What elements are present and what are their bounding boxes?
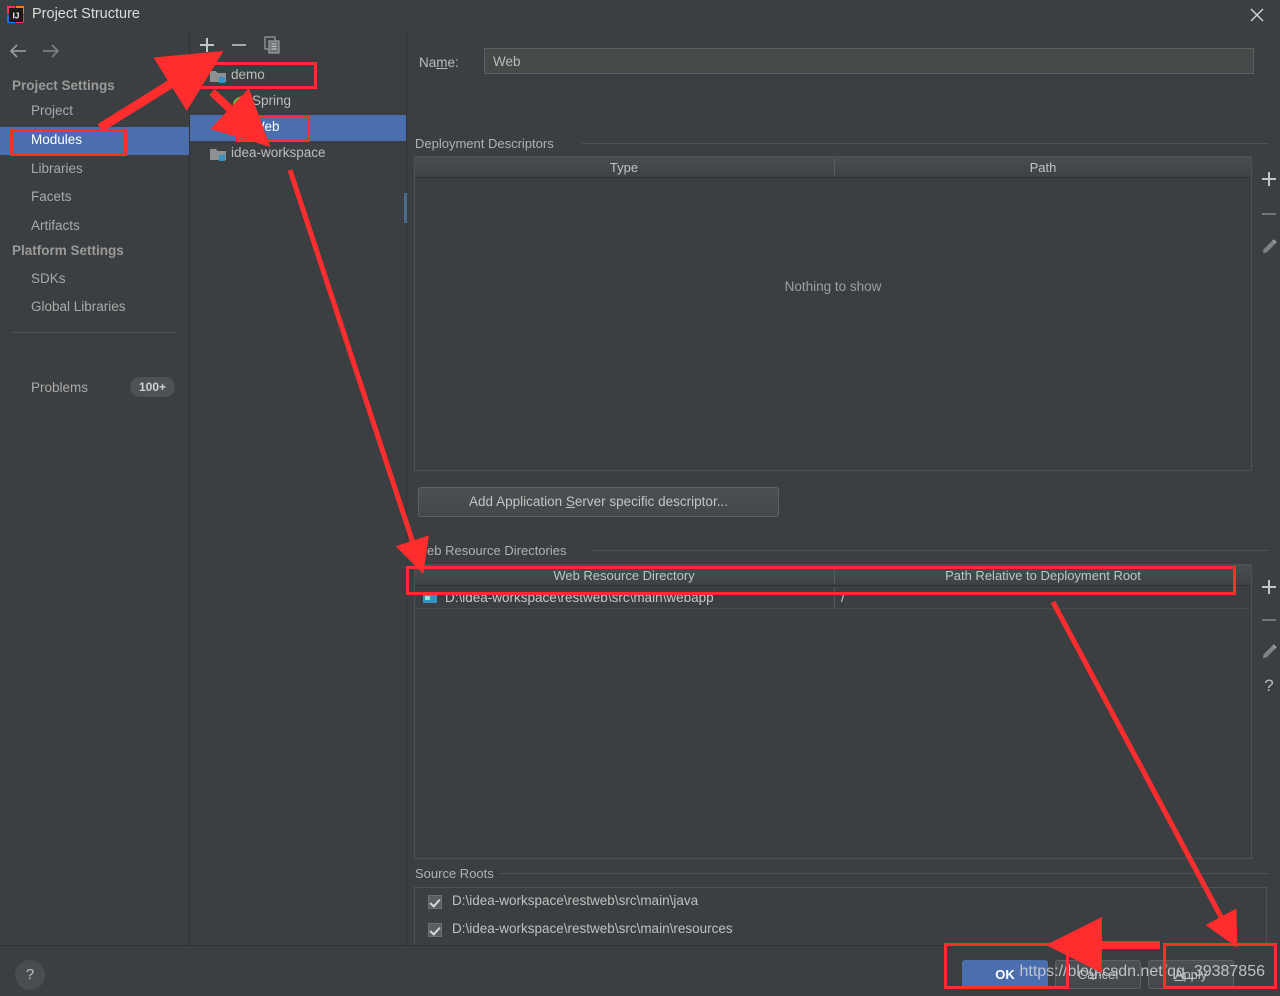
help-glyph: ? [25,966,35,983]
cell-relative-path: / [841,590,845,605]
table-header: Type Path [415,157,1251,178]
sidebar-item-label: Modules [31,132,83,147]
ok-button[interactable]: OK [962,960,1048,989]
wrd-remove-button[interactable] [1254,605,1280,635]
spring-leaf-icon [231,95,247,112]
source-root-label: D:\idea-workspace\restweb\src\main\java [452,893,699,908]
tree-node-label: Web [252,119,280,134]
module-folder-icon [210,147,226,164]
section-divider [582,143,1268,144]
deployment-descriptors-section-title: Deployment Descriptors [415,136,561,151]
svg-text:IJ: IJ [13,12,20,21]
source-roots-section-title: Source Roots [415,866,501,881]
sidebar-item-label: Libraries [31,161,83,176]
plus-icon[interactable] [195,33,219,57]
tree-node-web[interactable]: Web [190,115,406,141]
source-root-item-java[interactable]: D:\idea-workspace\restweb\src\main\java [415,889,1266,917]
sidebar-item-artifacts[interactable]: Artifacts [0,213,189,241]
checkbox-checked-icon[interactable] [428,895,442,909]
problems-count-badge: 100+ [130,377,176,397]
window-titlebar: IJ Project Structure [0,0,1280,30]
dd-edit-button[interactable] [1254,232,1280,262]
modules-tree-toolbar [190,29,406,59]
settings-sidebar: Project Settings Project Modules Librari… [0,29,190,945]
source-root-item-resources[interactable]: D:\idea-workspace\restweb\src\main\resou… [415,917,1266,945]
arrow-left-icon[interactable] [8,41,32,63]
sidebar-item-modules[interactable]: Modules [0,127,189,155]
column-header-type[interactable]: Type [415,160,833,175]
svg-text:?: ? [1264,676,1273,695]
tree-node-label: idea-workspace [231,145,326,160]
tree-node-spring[interactable]: Spring [190,89,406,115]
sidebar-item-libraries[interactable]: Libraries [0,156,189,184]
sidebar-item-global-libraries[interactable]: Global Libraries [0,294,189,322]
row-column-divider [834,587,835,609]
sidebar-item-label: SDKs [31,271,66,286]
web-resource-directories-table[interactable]: Web Resource Directory Path Relative to … [414,564,1252,859]
folder-icon [423,591,437,604]
column-header-path[interactable]: Path [835,160,1251,175]
deployment-descriptors-table[interactable]: Type Path Nothing to show [414,156,1252,471]
source-root-label: D:\idea-workspace\restweb\src\main\resou… [452,921,733,936]
sidebar-item-label: Facets [31,189,72,204]
minus-icon[interactable] [227,33,251,57]
module-name-input[interactable] [484,48,1254,74]
add-application-server-descriptor-button[interactable]: Add Application Server specific descript… [418,487,779,517]
sidebar-item-sdks[interactable]: SDKs [0,266,189,294]
window-title: Project Structure [32,6,140,22]
cell-web-resource-directory: D:\idea-workspace\restweb\src\main\webap… [445,590,714,605]
sidebar-item-label: Global Libraries [31,299,126,314]
module-folder-icon [210,69,226,86]
navigation-arrows [0,37,189,69]
table-header: Web Resource Directory Path Relative to … [415,565,1251,586]
dd-add-button[interactable] [1254,164,1280,194]
modules-tree-panel: demo Spring Web idea-workspace [190,29,407,945]
table-row[interactable]: D:\idea-workspace\restweb\src\main\webap… [415,587,1251,609]
sidebar-divider [12,332,177,333]
sidebar-item-facets[interactable]: Facets [0,184,189,212]
apply-button[interactable]: Apply [1148,960,1234,989]
wrd-edit-button[interactable] [1254,637,1280,667]
wrd-add-button[interactable] [1254,572,1280,602]
sidebar-item-label: Project [31,103,74,118]
close-icon[interactable] [1234,0,1280,29]
sidebar-item-label: Artifacts [31,218,80,233]
arrow-right-icon[interactable] [40,41,64,63]
copy-icon[interactable] [260,33,284,57]
chevron-down-icon[interactable] [194,70,206,85]
sidebar-item-project[interactable]: Project [0,98,189,126]
module-settings-panel: Name: Deployment Descriptors Type Path N… [407,29,1280,957]
name-label: Name: [419,55,459,70]
sidebar-group-project-settings: Project Settings [12,78,115,93]
sidebar-group-platform-settings: Platform Settings [12,243,124,258]
tree-node-idea-workspace[interactable]: idea-workspace [190,141,406,167]
section-divider [500,873,1268,874]
column-header-web-resource-directory[interactable]: Web Resource Directory [415,568,833,583]
empty-state-message: Nothing to show [784,279,882,294]
wrd-help-button[interactable]: ? [1254,670,1280,700]
intellij-idea-logo-icon: IJ [6,5,26,25]
tree-node-label: Spring [252,93,292,108]
tree-node-demo[interactable]: demo [190,63,406,89]
cancel-button[interactable]: Cancel [1055,960,1141,989]
dialog-footer: ? OK Cancel Apply [0,945,1280,996]
web-resource-directories-section-title: Web Resource Directories [415,543,574,558]
tree-node-label: demo [231,67,265,82]
web-facet-icon [231,121,247,138]
sidebar-item-problems[interactable]: Problems 100+ [0,375,189,403]
dd-remove-button[interactable] [1254,199,1280,229]
question-icon[interactable]: ? [15,960,45,990]
checkbox-checked-icon[interactable] [428,923,442,937]
section-divider [592,550,1268,551]
problems-label: Problems [31,380,89,395]
column-header-path-relative[interactable]: Path Relative to Deployment Root [835,568,1251,583]
